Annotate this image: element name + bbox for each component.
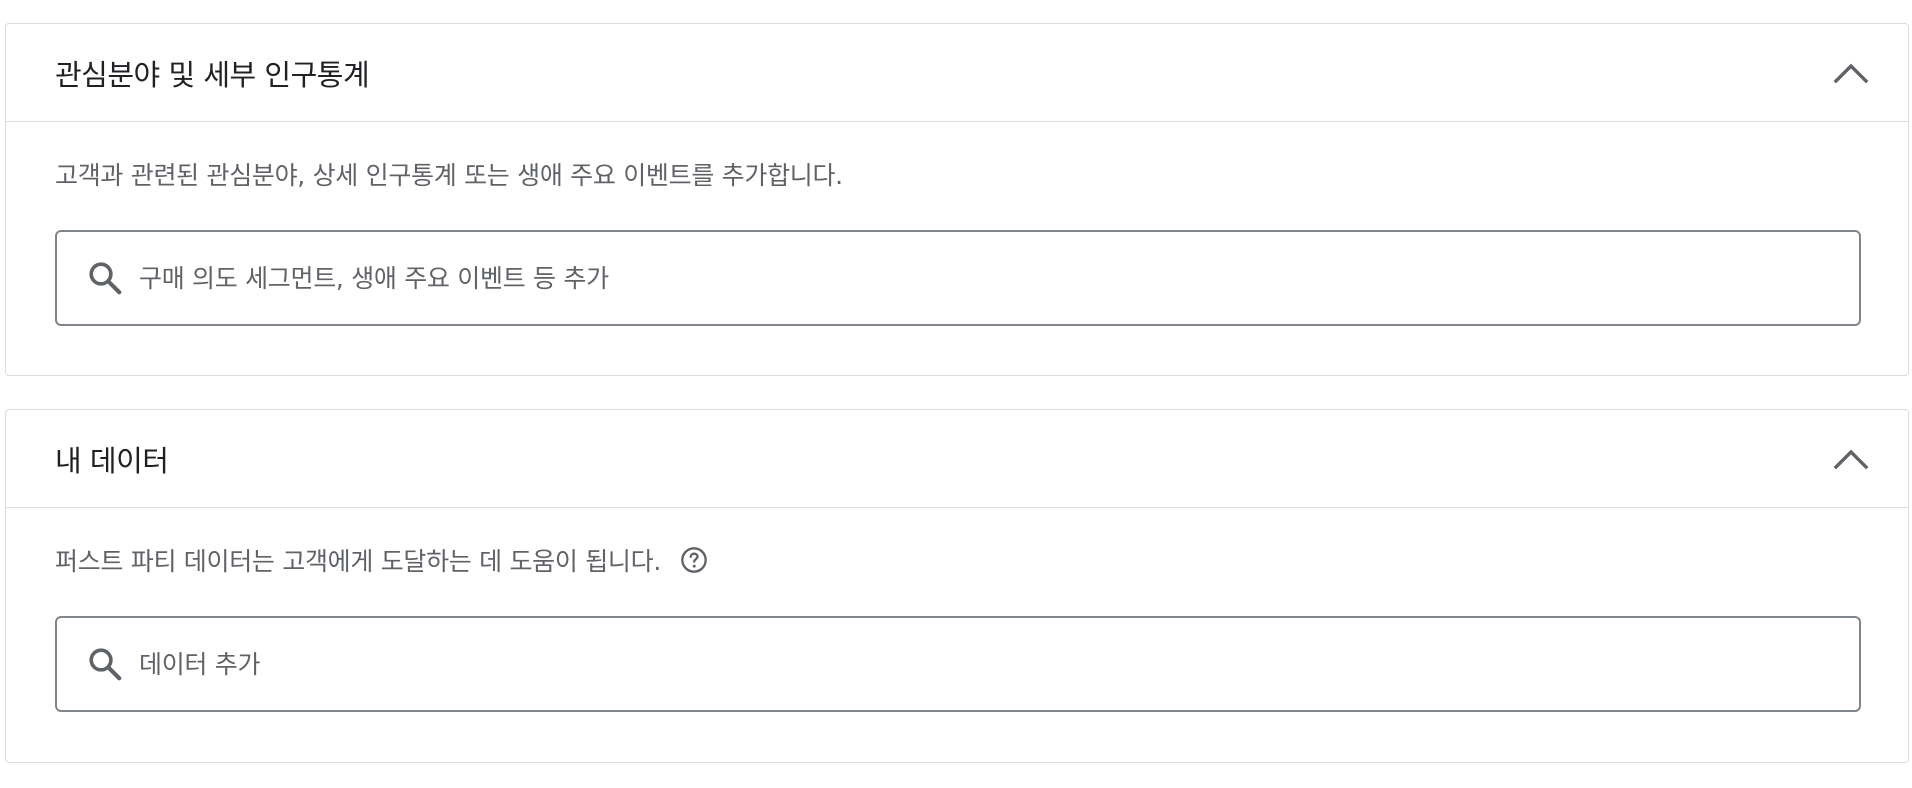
data-search-box[interactable] bbox=[55, 616, 1861, 712]
interests-search-box[interactable] bbox=[55, 230, 1861, 326]
help-circle-icon[interactable] bbox=[679, 545, 709, 575]
panel-header[interactable]: 관심분야 및 세부 인구통계 bbox=[6, 24, 1908, 122]
search-icon bbox=[85, 258, 125, 298]
collapse-button[interactable] bbox=[1824, 46, 1878, 100]
chevron-up-icon bbox=[1833, 449, 1869, 469]
my-data-panel: 내 데이터 퍼스트 파티 데이터는 고객에게 도달하는 데 도움이 됩니다. bbox=[5, 409, 1909, 763]
data-search-input[interactable] bbox=[139, 618, 1859, 710]
interests-demographics-panel: 관심분야 및 세부 인구통계 고객과 관련된 관심분야, 상세 인구통계 또는 … bbox=[5, 23, 1909, 376]
panel-description: 퍼스트 파티 데이터는 고객에게 도달하는 데 도움이 됩니다. bbox=[55, 547, 661, 576]
panel-description: 고객과 관련된 관심분야, 상세 인구통계 또는 생애 주요 이벤트를 추가합니… bbox=[55, 161, 843, 190]
panel-body: 고객과 관련된 관심분야, 상세 인구통계 또는 생애 주요 이벤트를 추가합니… bbox=[6, 122, 1908, 326]
chevron-up-icon bbox=[1833, 63, 1869, 83]
search-icon bbox=[85, 644, 125, 684]
panel-title: 내 데이터 bbox=[55, 443, 169, 478]
description-row: 퍼스트 파티 데이터는 고객에게 도달하는 데 도움이 됩니다. bbox=[55, 508, 1859, 616]
audience-page: 관심분야 및 세부 인구통계 고객과 관련된 관심분야, 상세 인구통계 또는 … bbox=[0, 0, 1912, 788]
panel-body: 퍼스트 파티 데이터는 고객에게 도달하는 데 도움이 됩니다. bbox=[6, 508, 1908, 712]
panel-header[interactable]: 내 데이터 bbox=[6, 410, 1908, 508]
interests-search-input[interactable] bbox=[139, 232, 1859, 324]
collapse-button[interactable] bbox=[1824, 432, 1878, 486]
description-row: 고객과 관련된 관심분야, 상세 인구통계 또는 생애 주요 이벤트를 추가합니… bbox=[55, 122, 1859, 230]
panel-title: 관심분야 및 세부 인구통계 bbox=[55, 57, 370, 92]
